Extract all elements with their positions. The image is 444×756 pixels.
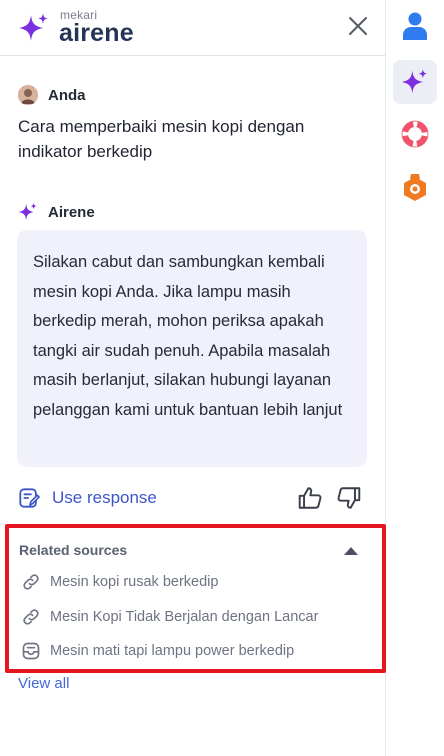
rail-item-support[interactable]	[393, 112, 437, 156]
inbox-icon	[22, 642, 40, 660]
sparkle-logo-icon	[19, 13, 48, 41]
user-message-text: Cara memperbaiki mesin kopi dengan indik…	[18, 117, 305, 161]
chat-panel: mekari airene Anda Cara memperbaiki mesi…	[0, 0, 386, 756]
link-icon	[23, 574, 39, 590]
person-icon	[403, 12, 427, 40]
sparkle-icon	[18, 202, 37, 221]
user-message-header: Anda	[18, 84, 86, 106]
assistant-message-bubble: Silakan cabut dan sambungkan kembali mes…	[17, 230, 367, 467]
edit-document-icon	[19, 488, 40, 508]
rail-item-airene[interactable]	[393, 60, 437, 104]
use-response-label: Use response	[52, 488, 157, 507]
use-response-button[interactable]: Use response	[18, 484, 157, 512]
related-source-item[interactable]: Mesin mati tapi lampu power berkedip	[21, 640, 294, 662]
related-sources-section: Related sources Mesin kopi rusak berkedi…	[5, 524, 386, 673]
rail-item-profile[interactable]	[393, 4, 437, 48]
related-source-item[interactable]: Mesin kopi rusak berkedip	[21, 571, 218, 593]
assistant-name: Airene	[48, 203, 95, 221]
thumbs-up-icon[interactable]	[297, 485, 323, 511]
right-rail	[387, 0, 444, 756]
caret-up-icon[interactable]	[343, 546, 359, 556]
link-icon	[23, 609, 39, 625]
related-source-label: Mesin Kopi Tidak Berjalan dengan Lancar	[50, 609, 319, 625]
related-source-item[interactable]: Mesin Kopi Tidak Berjalan dengan Lancar	[21, 606, 318, 628]
thumbs-down-icon[interactable]	[336, 485, 362, 511]
panel-header: mekari airene	[0, 0, 386, 56]
avatar	[18, 85, 38, 105]
close-icon[interactable]	[346, 14, 370, 38]
related-sources-title: Related sources	[19, 542, 128, 558]
user-name: Anda	[48, 86, 86, 104]
lifebuoy-icon	[401, 120, 429, 148]
assistant-message-header: Airene	[18, 201, 95, 223]
related-source-label: Mesin mati tapi lampu power berkedip	[50, 643, 295, 659]
badge-icon	[404, 174, 426, 201]
sparkle-icon	[401, 68, 428, 94]
view-all-link[interactable]: View all	[18, 675, 69, 692]
brand-name: airene	[59, 19, 134, 47]
rail-item-badge[interactable]	[393, 166, 437, 210]
related-source-label: Mesin kopi rusak berkedip	[50, 574, 219, 590]
